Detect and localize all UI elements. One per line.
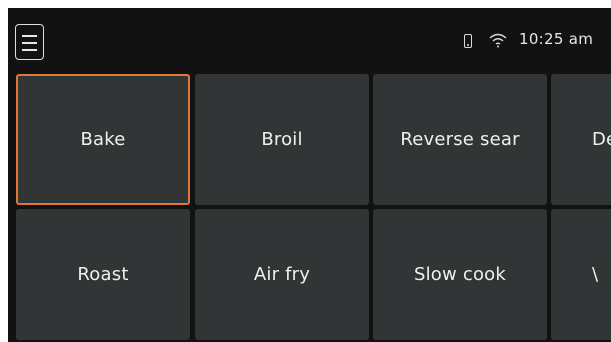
mode-tile-slow-cook[interactable]: Slow cook bbox=[373, 209, 547, 340]
mode-tile-label: Reverse sear bbox=[400, 129, 520, 150]
mode-tile-label: Air fry bbox=[253, 264, 311, 285]
mode-tile-partial[interactable]: \ bbox=[551, 209, 611, 340]
cooking-mode-grid: Bake Broil Reverse sear De Roast Air fry… bbox=[8, 8, 611, 342]
mode-tile-dehydrate[interactable]: De bbox=[551, 74, 611, 205]
mode-tile-broil[interactable]: Broil bbox=[195, 74, 369, 205]
mode-tile-label: De bbox=[592, 129, 611, 150]
mode-tile-label: Broil bbox=[261, 129, 303, 150]
mode-tile-bake[interactable]: Bake bbox=[16, 74, 190, 205]
mode-tile-air-fry[interactable]: Air fry bbox=[195, 209, 369, 340]
mode-tile-label: Slow cook bbox=[413, 264, 507, 285]
mode-tile-label: Roast bbox=[77, 264, 129, 285]
oven-control-screen: 10:25 am Bake Broil Reverse sear De Roas… bbox=[8, 8, 611, 342]
mode-tile-reverse-sear[interactable]: Reverse sear bbox=[373, 74, 547, 205]
mode-tile-label: \ bbox=[592, 264, 599, 285]
mode-tile-label: Bake bbox=[80, 129, 126, 150]
mode-tile-roast[interactable]: Roast bbox=[16, 209, 190, 340]
